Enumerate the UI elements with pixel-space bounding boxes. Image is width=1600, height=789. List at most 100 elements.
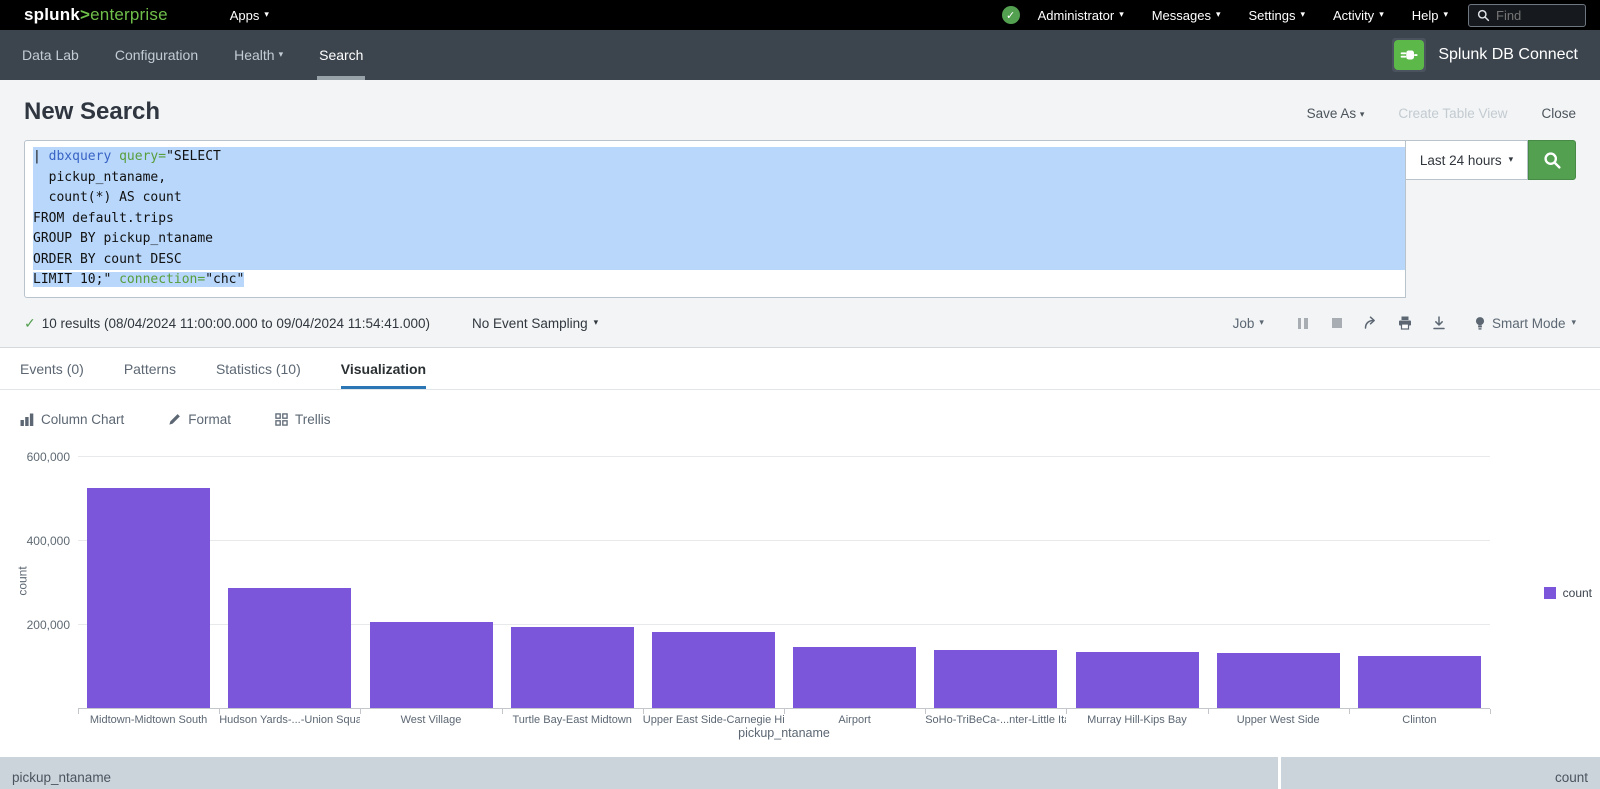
x-tick-mark [1349,709,1350,714]
format-menu[interactable]: Format [168,412,231,427]
share-job-button[interactable] [1354,312,1388,334]
settings-menu[interactable]: Settings▾ [1235,0,1320,30]
selected-text: count(*) AS count [33,188,1405,209]
search-mode-selector[interactable]: Smart Mode▾ [1474,316,1576,331]
bar-turtle-bay-east-midtown[interactable] [511,627,634,708]
y-axis-title: count [16,566,30,595]
app-title[interactable]: Splunk DB Connect [1438,46,1578,64]
job-menu-label: Job [1233,316,1255,331]
trellis-menu[interactable]: Trellis [275,412,331,427]
query-token-plain: LIMIT 10;" [33,272,119,287]
query-token-plain: count(*) AS count [33,190,182,205]
appnav-item-label: Search [319,47,363,63]
x-category-label: Airport [784,714,925,726]
bar-soho-tribeca-nter-little-italy[interactable] [934,650,1057,708]
selected-text: GROUP BY pickup_ntaname [33,229,1405,250]
print-icon [1397,315,1413,331]
x-tick-mark [643,709,644,714]
bar-midtown-midtown-south[interactable] [87,488,210,708]
query-line: ORDER BY count DESC [33,250,1405,271]
stop-icon [1332,318,1342,328]
tab-statistics-10[interactable]: Statistics (10) [216,348,301,389]
app-navbar: Data Lab Configuration Health▾ Search Splun… [0,30,1600,80]
query-token-plain: ORDER BY count DESC [33,252,182,267]
query-token-plain: FROM default.trips [33,211,174,226]
create-table-view-button: Create Table View [1398,106,1507,121]
tab-visualization[interactable]: Visualization [341,348,426,389]
job-menu[interactable]: Job▾ [1233,316,1264,331]
save-as-label: Save As [1307,106,1357,121]
x-tick-mark [1066,709,1067,714]
query-token-plain: pickup_ntaname, [33,170,166,185]
share-icon [1363,315,1379,331]
query-token-plain: | [33,149,49,164]
activity-menu[interactable]: Activity▾ [1319,0,1398,30]
query-line: | dbxquery query="SELECT [33,147,1405,168]
tab-patterns[interactable]: Patterns [124,348,176,389]
appnav-item-health[interactable]: Health▾ [216,30,301,80]
print-job-button[interactable] [1388,312,1422,334]
db-connect-plug-icon [1394,40,1424,70]
administrator-menu[interactable]: Administrator▾ [1024,0,1138,30]
export-job-button[interactable] [1422,312,1456,334]
x-tick-mark [502,709,503,714]
time-range-picker[interactable]: Last 24 hours▾ [1406,140,1528,180]
y-tick-label: 200,000 [24,618,70,632]
save-as-button[interactable]: Save As ▾ [1307,106,1365,121]
appnav-item-label: Configuration [115,47,198,63]
health-status-icon[interactable]: ✓ [1002,6,1020,24]
download-icon [1431,315,1447,331]
x-category-label: SoHo-TriBeCa-...nter-Little Italy [925,714,1066,726]
x-category-label: Midtown-Midtown South [78,714,219,726]
chart-legend[interactable]: count [1544,586,1592,600]
bar-murray-hill-kips-bay[interactable] [1076,652,1199,708]
trellis-grid-icon [275,413,288,426]
bar-airport[interactable] [793,647,916,708]
selected-text: LIMIT 10;" connection="chc" [33,272,244,287]
find-search-box[interactable] [1468,4,1586,27]
appnav-item-configuration[interactable]: Configuration [97,30,216,80]
x-category-label: Upper West Side [1208,714,1349,726]
pause-job-button[interactable] [1286,312,1320,334]
appnav-item-data-lab[interactable]: Data Lab [4,30,97,80]
table-column-header-pickup_ntaname[interactable]: pickup_ntaname [0,757,1278,789]
query-line: count(*) AS count [33,188,1405,209]
event-sampling-menu[interactable]: No Event Sampling▾ [472,316,598,331]
settings-menu-label: Settings [1249,8,1296,23]
splunk-logo[interactable]: splunk>enterprise [24,5,168,25]
results-check-icon: ✓ [24,315,36,332]
find-input[interactable] [1496,8,1576,23]
messages-menu[interactable]: Messages▾ [1138,0,1235,30]
bar-upper-east-side-carnegie-hill[interactable] [652,632,775,708]
gridline [78,456,1490,457]
bar-hudson-yards-union-square[interactable] [228,588,351,708]
db-connect-icon-tile [1392,38,1426,72]
search-query-input[interactable]: | dbxquery query="SELECT pickup_ntaname,… [24,140,1406,298]
bar-upper-west-side[interactable] [1217,653,1340,708]
query-line: pickup_ntaname, [33,168,1405,189]
chart-type-picker[interactable]: Column Chart [20,412,124,427]
results-bar: ✓ 10 results (08/04/2024 11:00:00.000 to… [0,298,1600,347]
x-category-label: Hudson Yards-...-Union Square [219,714,360,726]
close-button[interactable]: Close [1541,106,1576,121]
bar-west-village[interactable] [370,622,493,708]
help-menu[interactable]: Help▾ [1398,0,1462,30]
stop-job-button[interactable] [1320,312,1354,334]
help-menu-label: Help [1412,8,1439,23]
chevron-down-icon: ▾ [1119,9,1124,20]
bar-clinton[interactable] [1358,656,1481,708]
query-token-attr: query [119,149,158,164]
chevron-down-icon: ▾ [1509,154,1514,165]
table-column-header-count[interactable]: count [1281,757,1600,789]
x-category-label: Turtle Bay-East Midtown [502,714,643,726]
close-label: Close [1541,106,1576,121]
apps-menu-label: Apps [230,8,260,23]
tab-events-0[interactable]: Events (0) [20,348,84,389]
x-tick-mark [78,709,79,714]
appnav-item-search[interactable]: Search [301,30,381,80]
statistics-table-header: pickup_ntanamecount [0,757,1600,789]
apps-menu[interactable]: Apps▾ [216,0,283,30]
search-submit-button[interactable] [1528,140,1576,180]
messages-menu-label: Messages [1152,8,1211,23]
page-title: New Search [24,98,160,126]
